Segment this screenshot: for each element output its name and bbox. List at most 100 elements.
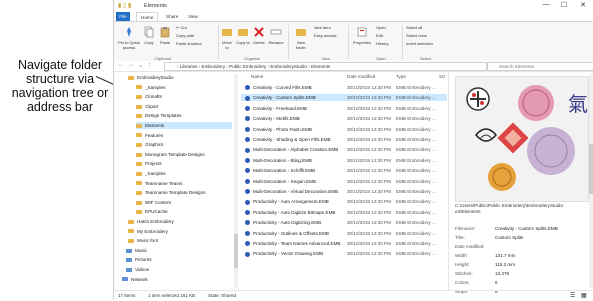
- preview-scrollbar[interactable]: [589, 74, 593, 288]
- tab-view[interactable]: View: [184, 12, 202, 21]
- pin-quick-access-button[interactable]: Pin to Quick access: [118, 26, 140, 50]
- file-row[interactable]: Multi-Decoration - Alphabet Creation.EMB…: [241, 146, 447, 153]
- tree-item[interactable]: Videos: [126, 266, 232, 273]
- file-row[interactable]: Multi-Decoration - Sequin.EMB 30/10/2019 …: [241, 178, 447, 185]
- maximize-button[interactable]: ☐: [557, 1, 571, 11]
- folder-icon: [136, 190, 142, 195]
- tree-item[interactable]: Clonafts: [136, 93, 232, 100]
- tree-item[interactable]: Elements: [136, 122, 232, 129]
- delete-button[interactable]: Delete: [252, 26, 266, 45]
- file-row[interactable]: Productivity - Auto Digitize Bitmaps.EMB…: [241, 209, 447, 216]
- tree-item[interactable]: Teamname Template Designs: [136, 189, 232, 196]
- rename-button[interactable]: Rename: [268, 26, 284, 45]
- tab-file[interactable]: File: [116, 12, 130, 21]
- file-row[interactable]: Creativity - Photo Flash.EMB 30/10/2019 1…: [241, 126, 447, 133]
- file-row[interactable]: Productivity - Auto Arrangement.EMB 30/10…: [241, 198, 447, 205]
- column-type[interactable]: Type: [396, 74, 406, 79]
- tree-item[interactable]: Clipart: [136, 103, 232, 110]
- tree-item[interactable]: _Samples: [136, 84, 232, 91]
- move-to-button[interactable]: Move to: [220, 26, 234, 50]
- file-row[interactable]: Creativity - Shading & Open Fills.EMB 30/…: [241, 136, 447, 143]
- tree-item[interactable]: Design Templates: [136, 112, 232, 119]
- file-row[interactable]: Productivity - Vector Drawing.EMB 30/10/2…: [241, 250, 447, 257]
- library-icon: [126, 258, 132, 263]
- close-button[interactable]: ✕: [576, 1, 590, 11]
- file-type: EMB Embroidery ...: [396, 168, 436, 174]
- ribbon: Pin to Quick access Copy Paste ✂ Cut Cop…: [114, 21, 593, 63]
- copy-path-button[interactable]: Copy path: [176, 33, 194, 38]
- up-arrow-icon[interactable]: ↑: [148, 62, 151, 68]
- select-all-button[interactable]: Select all: [406, 25, 422, 30]
- emb-file-icon: [245, 106, 250, 112]
- new-folder-button[interactable]: New folder: [292, 26, 310, 50]
- tree-item-label: Elements: [145, 123, 165, 128]
- tree-item[interactable]: Monogram Template Designs: [136, 151, 232, 158]
- file-row[interactable]: Productivity - Team Names Advanced.EMB 30…: [241, 240, 447, 247]
- paste-button[interactable]: Paste: [158, 26, 172, 45]
- tree-item[interactable]: Graphics: [136, 141, 232, 148]
- file-row[interactable]: Productivity - Outlines & Offsets.EMB 30/…: [241, 230, 447, 237]
- file-row[interactable]: Creativity - Curved Fills.EMB 30/10/2019 …: [241, 84, 447, 91]
- copy-button[interactable]: Copy: [142, 26, 156, 45]
- folder-icon: [136, 152, 142, 157]
- file-row[interactable]: Multi-Decoration - Schiffli.EMB 30/10/201…: [241, 167, 447, 174]
- file-row[interactable]: Creativity - Freehand.EMB 30/10/2019 12:3…: [241, 105, 447, 112]
- tab-share[interactable]: Share: [162, 12, 182, 21]
- file-row[interactable]: Creativity - Custom Splits.EMB 30/10/2019…: [241, 94, 447, 102]
- column-date-modified[interactable]: Date modified: [347, 74, 375, 79]
- select-none-button[interactable]: Select none: [406, 33, 427, 38]
- tree-item[interactable]: Hatch Embroidery: [128, 218, 232, 225]
- tree-item[interactable]: EPUCache: [136, 208, 232, 215]
- tree-item[interactable]: EmbroideryStudio: [128, 74, 232, 81]
- file-row[interactable]: Multi-Decoration - Virtual Decoration.EM…: [241, 188, 447, 195]
- quick-access-folder-icon[interactable]: ▮ ▯ ▮: [118, 2, 131, 9]
- file-row[interactable]: Creativity - Motifs.EMB 30/10/2019 12:30 …: [241, 115, 447, 122]
- open-button[interactable]: Open: [376, 25, 386, 30]
- file-date: 30/10/2019 12:30 PM: [347, 230, 391, 236]
- file-row[interactable]: Productivity - Auto Digitizing.EMB 30/10/…: [241, 219, 447, 226]
- tree-item[interactable]: Teamname Teams: [136, 180, 232, 187]
- tree-scrollbar[interactable]: [234, 74, 238, 288]
- tree-item[interactable]: Features: [136, 132, 232, 139]
- forward-arrow-icon[interactable]: →: [128, 62, 134, 68]
- preview-scrollbar-thumb[interactable]: [589, 144, 593, 194]
- file-name: Multi-Decoration - Schiffli.EMB: [253, 168, 316, 174]
- file-name: Productivity - Auto Digitize Bitmaps.EMB: [253, 209, 336, 215]
- delete-icon: [253, 26, 265, 38]
- easy-access-button[interactable]: Easy access: [314, 33, 336, 38]
- minimize-button[interactable]: —: [539, 1, 553, 11]
- edit-button[interactable]: Edit: [376, 33, 383, 38]
- properties-button[interactable]: Properties: [352, 26, 372, 45]
- copy-to-button[interactable]: Copy to: [236, 26, 250, 45]
- property-value: Creativity - Custom Splits.EMB: [495, 226, 558, 231]
- recent-dropdown-icon[interactable]: ⌄: [138, 62, 143, 69]
- property-value: 131.7 mm: [495, 253, 516, 258]
- invert-selection-button[interactable]: Invert selection: [406, 41, 433, 46]
- history-button[interactable]: History: [376, 41, 388, 46]
- purple-circle-motif: [527, 127, 575, 175]
- tree-item[interactable]: Pictures: [126, 256, 232, 263]
- search-input[interactable]: Search Elements: [486, 62, 593, 71]
- folder-icon: [136, 162, 142, 167]
- tree-item[interactable]: Network: [122, 276, 232, 283]
- tree-item[interactable]: WIF Content: [136, 199, 232, 206]
- tree-item[interactable]: Music: [126, 247, 232, 254]
- back-arrow-icon[interactable]: ←: [118, 62, 124, 68]
- cut-button[interactable]: ✂ Cut: [176, 25, 187, 30]
- file-row[interactable]: Multi-Decoration - Bling.EMB 30/10/2019 1…: [241, 157, 447, 164]
- tree-scrollbar-thumb[interactable]: [234, 234, 238, 268]
- column-size[interactable]: Siz: [439, 74, 445, 79]
- tree-item[interactable]: Projects: [136, 160, 232, 167]
- new-item-button[interactable]: New item: [314, 25, 331, 30]
- tree-item[interactable]: My Embroidery: [128, 228, 232, 235]
- paste-shortcut-button[interactable]: Paste shortcut: [176, 41, 202, 46]
- folder-icon: [136, 123, 142, 128]
- file-name: Productivity - Auto Digitizing.EMB: [253, 220, 322, 226]
- file-type: EMB Embroidery ...: [396, 95, 436, 101]
- address-bar[interactable]: › Libraries › Embroidery › Public Embroi…: [164, 62, 488, 71]
- folder-icon: [128, 238, 134, 243]
- tree-item-label: Monogram Template Designs: [145, 151, 205, 157]
- tree-item[interactable]: Music font: [128, 237, 232, 244]
- tree-item[interactable]: _Samples: [136, 170, 232, 177]
- column-name[interactable]: Name: [251, 74, 263, 79]
